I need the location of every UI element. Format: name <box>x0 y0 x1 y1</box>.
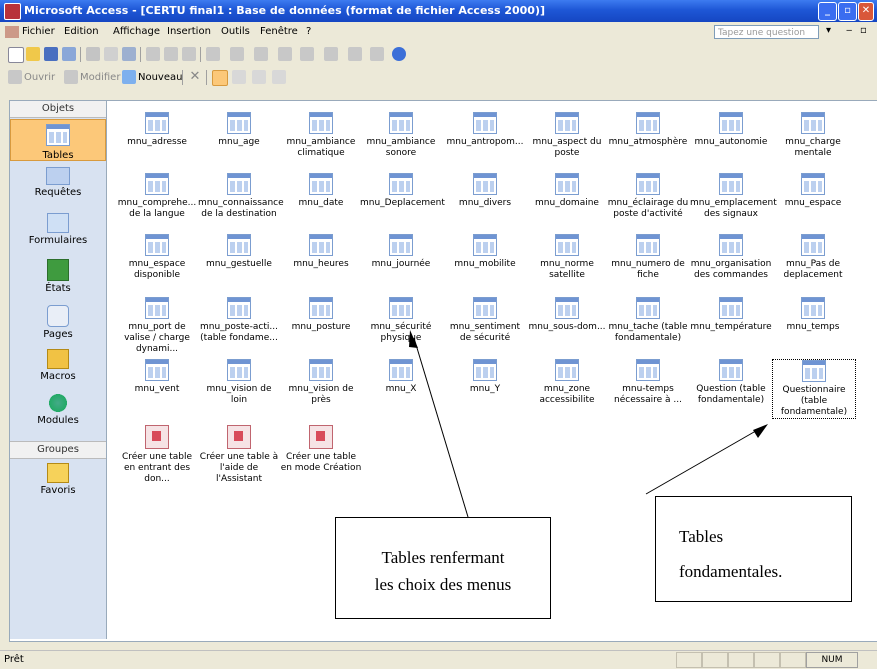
annotation-arrows <box>409 330 768 518</box>
menus-arrow <box>413 337 469 518</box>
fundamental-arrow <box>645 427 762 495</box>
status-cell <box>754 652 780 668</box>
fundamental-arrowhead <box>753 424 768 438</box>
status-cell <box>702 652 728 668</box>
status-cell <box>728 652 754 668</box>
status-bar: Prêt NUM <box>0 650 877 669</box>
status-cell <box>676 652 702 668</box>
num-lock-indicator: NUM <box>806 652 858 668</box>
status-cell <box>780 652 806 668</box>
status-text: Prêt <box>4 654 24 665</box>
menus-arrowhead <box>409 330 418 348</box>
